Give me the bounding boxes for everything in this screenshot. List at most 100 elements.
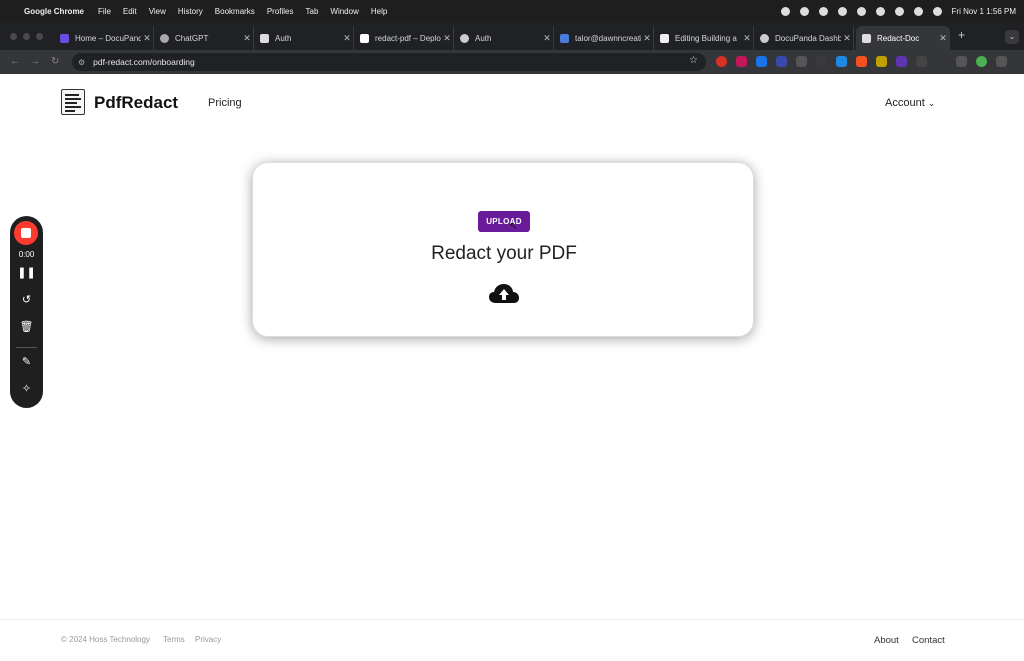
moon-icon[interactable] xyxy=(818,6,828,16)
menu-tab[interactable]: Tab xyxy=(306,7,319,16)
bolt-icon[interactable] xyxy=(799,6,809,16)
tab-docupanda-home[interactable]: Home – DocuPanda ✕ xyxy=(54,26,154,50)
menu-history[interactable]: History xyxy=(178,7,203,16)
extension-icon[interactable] xyxy=(736,56,747,67)
avatar[interactable] xyxy=(976,56,987,67)
extension-icon[interactable] xyxy=(876,56,887,67)
browser-toolbar: ← → ↻ ⚙ pdf-redact.com/onboarding ☆ xyxy=(0,50,1024,74)
site-header: PdfRedact Pricing Account ⌄ xyxy=(0,74,1024,134)
doc-icon xyxy=(260,33,269,43)
trash-icon[interactable]: 🗑 xyxy=(10,320,43,333)
volume-icon[interactable] xyxy=(856,6,866,16)
account-menu[interactable]: Account ⌄ xyxy=(885,97,935,109)
search-icon[interactable] xyxy=(913,6,923,16)
clock[interactable]: Fri Nov 1 1:56 PM xyxy=(952,7,1016,16)
terms-link[interactable]: Terms xyxy=(163,635,185,644)
close-icon[interactable]: ✕ xyxy=(241,33,253,44)
screen-recorder-widget: 0:00 ❚❚ ↺ 🗑 ✎ ✧ xyxy=(10,216,43,408)
tab-auth-panda[interactable]: Auth ✕ xyxy=(454,26,554,50)
macos-menubar: Google Chrome File Edit View History Boo… xyxy=(0,0,1024,22)
about-link[interactable]: About xyxy=(874,635,899,646)
new-tab-icon[interactable]: + xyxy=(958,28,965,42)
extension-icon[interactable] xyxy=(756,56,767,67)
extension-icon[interactable] xyxy=(816,56,827,67)
upload-card: UPLOAD ↖ Redact your PDF xyxy=(252,162,754,337)
mail-icon xyxy=(560,33,569,43)
doc-icon xyxy=(862,33,871,43)
menu-file[interactable]: File xyxy=(98,7,111,16)
extension-icon[interactable] xyxy=(836,56,847,67)
app-menu[interactable]: Google Chrome xyxy=(24,7,84,16)
tab-docupanda-dashboard[interactable]: DocuPanda Dashboard ✕ xyxy=(754,26,854,50)
pause-icon[interactable]: ❚❚ xyxy=(10,266,43,279)
kebab-menu-icon[interactable] xyxy=(996,56,1007,67)
url-text[interactable]: pdf-redact.com/onboarding xyxy=(93,57,195,67)
extension-icon[interactable] xyxy=(896,56,907,67)
tab-chatgpt[interactable]: ChatGPT ✕ xyxy=(154,26,254,50)
site-settings-icon[interactable]: ⚙ xyxy=(78,58,85,67)
tab-redact-pdf-deploy[interactable]: redact-pdf – Deploy ✕ xyxy=(354,26,454,50)
close-icon[interactable]: ✕ xyxy=(641,33,653,44)
back-icon[interactable]: ← xyxy=(10,56,20,67)
medium-icon xyxy=(660,33,669,43)
extension-icon[interactable] xyxy=(856,56,867,67)
divider xyxy=(16,347,37,348)
close-icon[interactable]: ✕ xyxy=(141,33,153,44)
extension-icon[interactable] xyxy=(716,56,727,67)
contact-link[interactable]: Contact xyxy=(912,635,945,646)
close-icon[interactable]: ✕ xyxy=(541,33,553,44)
tab-auth[interactable]: Auth ✕ xyxy=(254,26,354,50)
star-icon[interactable]: ☆ xyxy=(689,55,698,66)
menu-profiles[interactable]: Profiles xyxy=(267,7,294,16)
account-label: Account xyxy=(885,97,925,109)
page-content: PdfRedact Pricing Account ⌄ UPLOAD ↖ Reda… xyxy=(0,74,1024,661)
magic-wand-icon[interactable]: ✧ xyxy=(10,382,43,395)
zoom-window-button[interactable] xyxy=(36,33,43,40)
close-icon[interactable]: ✕ xyxy=(937,33,949,44)
control-center-icon[interactable] xyxy=(932,6,942,16)
card-title: Redact your PDF xyxy=(431,243,577,264)
menu-edit[interactable]: Edit xyxy=(123,7,137,16)
address-bar[interactable]: ⚙ pdf-redact.com/onboarding ☆ xyxy=(72,53,706,71)
close-icon[interactable]: ✕ xyxy=(441,33,453,44)
extensions xyxy=(716,56,1007,67)
close-window-button[interactable] xyxy=(10,33,17,40)
nav-pricing-link[interactable]: Pricing xyxy=(208,97,242,109)
menu-view[interactable]: View xyxy=(149,7,166,16)
battery-icon[interactable] xyxy=(875,6,885,16)
play-icon[interactable] xyxy=(837,6,847,16)
window-controls xyxy=(10,33,43,40)
extension-icon[interactable] xyxy=(776,56,787,67)
recording-timer: 0:00 xyxy=(18,250,35,259)
gear-icon[interactable] xyxy=(780,6,790,16)
document-logo-icon[interactable] xyxy=(61,89,85,115)
brand-name[interactable]: PdfRedact xyxy=(94,93,178,113)
stop-recording-button[interactable] xyxy=(14,221,38,245)
copyright-text: © 2024 Hoss Technology xyxy=(61,635,150,644)
tab-medium-editing[interactable]: Editing Building a ✕ xyxy=(654,26,754,50)
menu-help[interactable]: Help xyxy=(371,7,387,16)
tab-search-icon[interactable]: ⌄ xyxy=(1005,30,1019,44)
cloud-upload-icon[interactable] xyxy=(488,283,520,305)
reload-icon[interactable]: ↻ xyxy=(51,56,59,67)
privacy-link[interactable]: Privacy xyxy=(195,635,221,644)
tab-mail[interactable]: talor@dawnncreative ✕ xyxy=(554,26,654,50)
upload-button[interactable]: UPLOAD xyxy=(478,211,530,232)
close-icon[interactable]: ✕ xyxy=(341,33,353,44)
forward-icon[interactable]: → xyxy=(30,56,40,67)
close-icon[interactable]: ✕ xyxy=(841,33,853,44)
wifi-icon[interactable] xyxy=(894,6,904,16)
extension-icon[interactable] xyxy=(796,56,807,67)
chatgpt-icon xyxy=(160,33,169,43)
site-footer: © 2024 Hoss Technology Terms Privacy Abo… xyxy=(0,619,1024,661)
tab-redact-doc[interactable]: Redact-Doc ✕ xyxy=(856,26,950,50)
panda-icon xyxy=(760,33,769,43)
download-icon[interactable] xyxy=(956,56,967,67)
puzzle-icon[interactable] xyxy=(916,56,927,67)
minimize-window-button[interactable] xyxy=(23,33,30,40)
close-icon[interactable]: ✕ xyxy=(741,33,753,44)
menu-bookmarks[interactable]: Bookmarks xyxy=(215,7,255,16)
pencil-icon[interactable]: ✎ xyxy=(10,355,43,368)
restart-icon[interactable]: ↺ xyxy=(10,293,43,306)
menu-window[interactable]: Window xyxy=(330,7,358,16)
